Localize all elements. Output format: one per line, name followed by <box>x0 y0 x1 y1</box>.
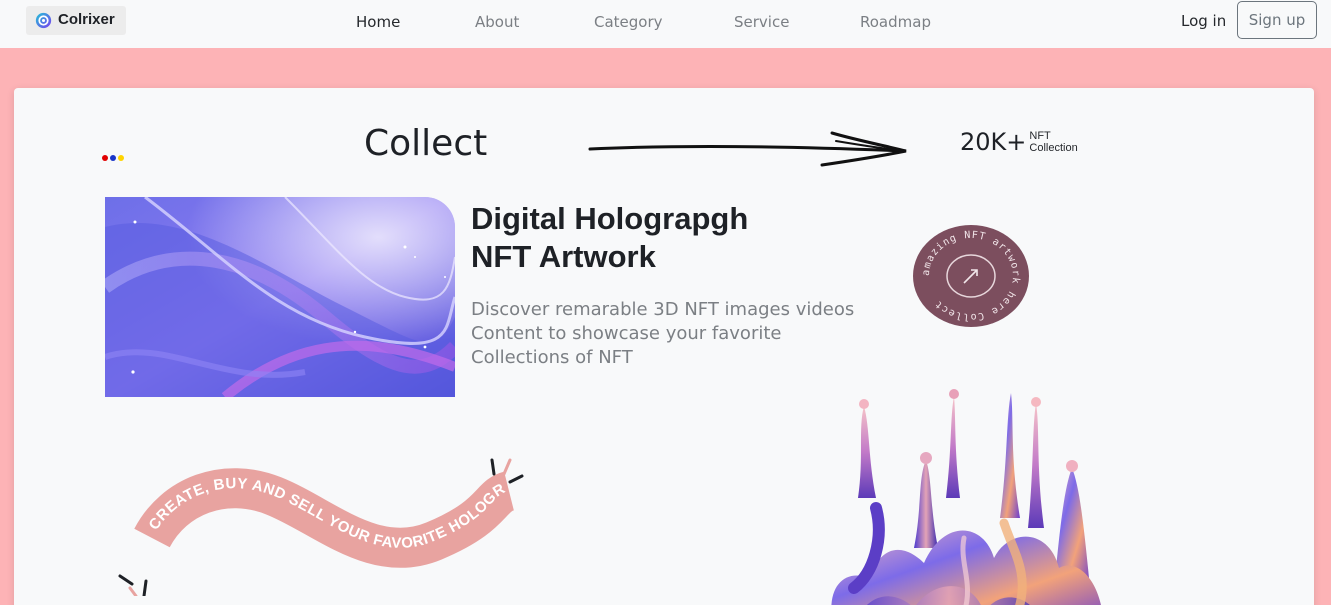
yellow-dot <box>118 155 124 161</box>
stat-value: 20K+ <box>960 128 1027 156</box>
hero-heading-line-1: Digital Holograpgh <box>471 201 749 236</box>
ribbon-banner: CREATE, BUY AND SELL YOUR FAVORITE HOLOG… <box>114 456 524 596</box>
navbar: Colrixer Home About Category Service Roa… <box>0 0 1331 48</box>
nav-link-about[interactable]: About <box>475 13 519 31</box>
sparkle-marks-left <box>118 574 148 596</box>
hero-card: Collect 20K+ NFT Collection Digital Holo… <box>14 88 1314 605</box>
hero-heading-line-2: NFT Artwork <box>471 239 656 274</box>
hero-description: Discover remarable 3D NFT images videos … <box>471 298 854 370</box>
collect-heading: Collect <box>364 123 488 164</box>
nav-link-service[interactable]: Service <box>734 13 789 31</box>
stat-sub-nft: NFT <box>1029 130 1051 142</box>
hero-description-line: Discover remarable 3D NFT images videos <box>471 299 855 320</box>
signup-button[interactable]: Sign up <box>1237 1 1317 39</box>
brand-logo-icon <box>35 12 52 29</box>
blue-dot <box>110 155 116 161</box>
stat-subtitle: NFT Collection <box>1029 130 1077 154</box>
collect-badge[interactable]: amazing NFT artwork here Collect <box>912 224 1030 328</box>
brand-name: Colrixer <box>58 11 115 28</box>
nft-collection-stat: 20K+ NFT Collection <box>960 128 1078 156</box>
hero-holographic-image <box>105 197 455 397</box>
long-arrow-right-icon <box>588 131 907 167</box>
hero-heading: Digital Holograpgh NFT Artwork <box>471 200 748 276</box>
holographic-sculpture-image <box>831 389 1101 605</box>
login-link[interactable]: Log in <box>1181 12 1226 30</box>
nav-link-roadmap[interactable]: Roadmap <box>860 13 931 31</box>
hero-description-line: Content to showcase your favorite <box>471 323 782 344</box>
stat-sub-collection: Collection <box>1029 142 1078 154</box>
brand-logo[interactable]: Colrixer <box>26 6 126 35</box>
red-dot <box>102 155 108 161</box>
nav-link-home[interactable]: Home <box>356 13 400 31</box>
nav-link-category[interactable]: Category <box>594 13 663 31</box>
hero-description-line: Collections of NFT <box>471 347 633 368</box>
decorative-dots <box>102 155 124 161</box>
